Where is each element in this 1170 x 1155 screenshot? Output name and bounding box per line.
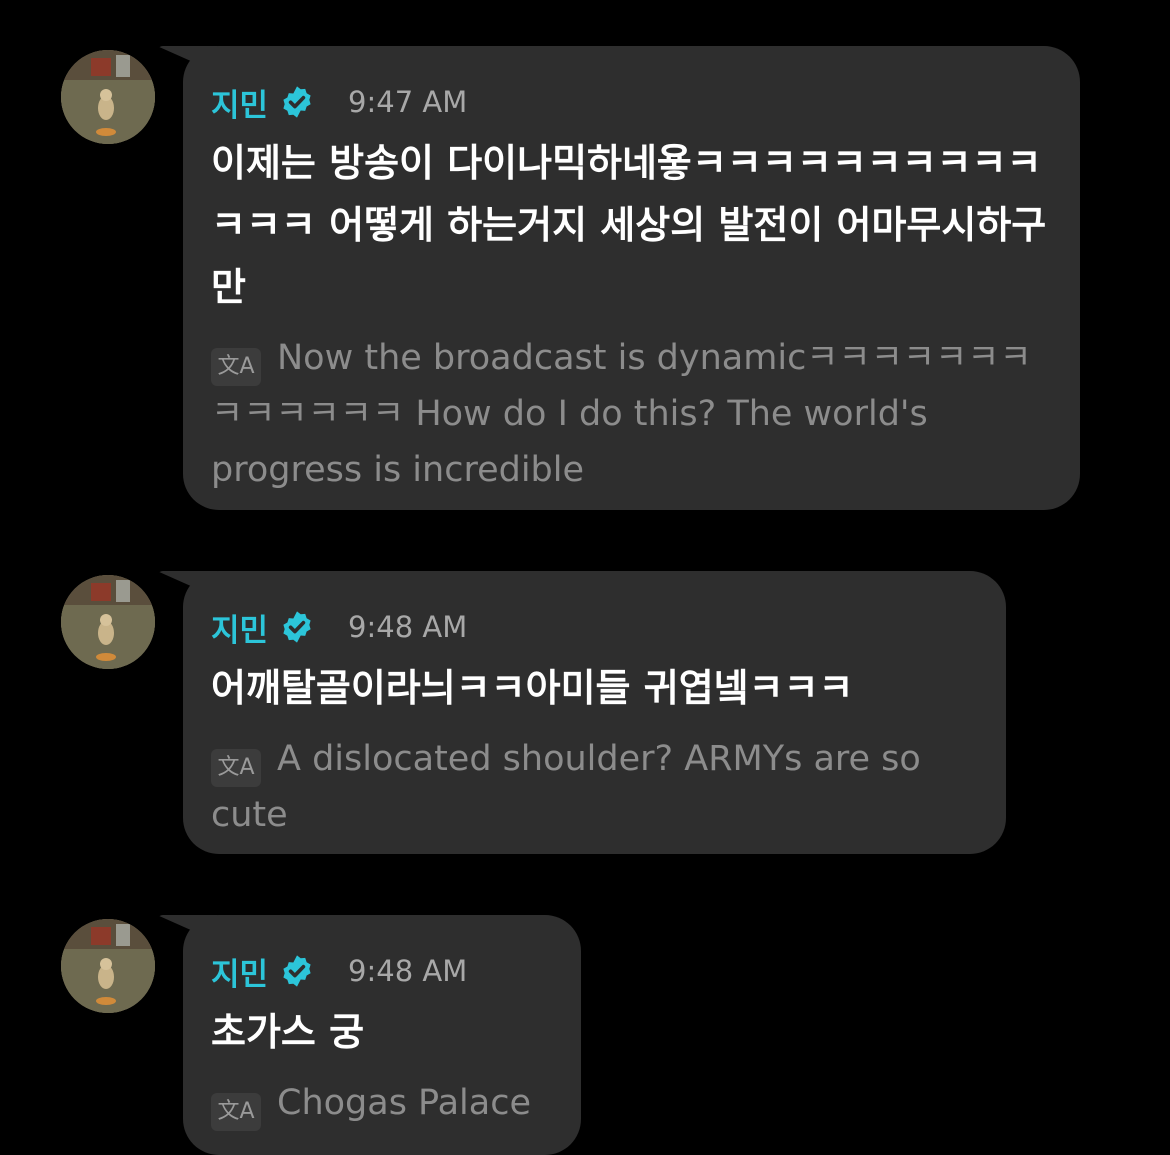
avatar-photo-icon: [61, 575, 155, 669]
verified-badge-icon: [283, 611, 311, 643]
translation-text: A dislocated shoulder? ARMYs are so cute: [211, 739, 921, 835]
message-bubble[interactable]: 지민 9:48 AM 어깨탈골이라늬ㅋㅋ아미들 귀엽넼ㅋㅋㅋ 文A A dislo…: [183, 571, 1006, 854]
translation-row: 文A Chogas Palace: [211, 1075, 553, 1131]
message-header: 지민 9:48 AM: [211, 601, 978, 653]
sender-name[interactable]: 지민: [211, 605, 268, 650]
message-time: 9:48 AM: [348, 610, 468, 644]
message-time: 9:48 AM: [348, 954, 468, 988]
translation-row: 文A A dislocated shoulder? ARMYs are so cu…: [211, 731, 978, 843]
translation-text: Chogas Palace: [277, 1083, 531, 1123]
message-bubble[interactable]: 지민 9:47 AM 이제는 방송이 다이나믹하네욯ㅋㅋㅋㅋㅋㅋㅋㅋㅋㅋㅋㅋㅋ …: [183, 46, 1080, 510]
translate-icon[interactable]: 文A: [211, 749, 261, 787]
translation-row: 文A Now the broadcast is dynamicㅋㅋㅋㅋㅋㅋㅋㅋㅋㅋ…: [211, 330, 1052, 498]
translation-text: Now the broadcast is dynamicㅋㅋㅋㅋㅋㅋㅋㅋㅋㅋㅋㅋ…: [211, 338, 1032, 490]
message-time: 9:47 AM: [348, 85, 468, 119]
message-text: 초가스 궁: [211, 1010, 365, 1054]
avatar[interactable]: [61, 50, 155, 144]
verified-badge-icon: [283, 955, 311, 987]
avatar-photo-icon: [61, 919, 155, 1013]
avatar[interactable]: [61, 575, 155, 669]
message-header: 지민 9:48 AM: [211, 945, 553, 997]
message-text: 어깨탈골이라늬ㅋㅋ아미들 귀엽넼ㅋㅋㅋ: [211, 666, 854, 710]
avatar[interactable]: [61, 919, 155, 1013]
message-header: 지민 9:47 AM: [211, 76, 1052, 128]
translate-icon[interactable]: 文A: [211, 1093, 261, 1131]
message-bubble[interactable]: 지민 9:48 AM 초가스 궁 文A Chogas Palace: [183, 915, 581, 1155]
sender-name[interactable]: 지민: [211, 80, 268, 125]
verified-badge-icon: [283, 86, 311, 118]
sender-name[interactable]: 지민: [211, 949, 268, 994]
message-text: 이제는 방송이 다이나믹하네욯ㅋㅋㅋㅋㅋㅋㅋㅋㅋㅋㅋㅋㅋ 어떻게 하는거지 세상…: [211, 141, 1047, 309]
translate-icon[interactable]: 文A: [211, 348, 261, 386]
avatar-photo-icon: [61, 50, 155, 144]
